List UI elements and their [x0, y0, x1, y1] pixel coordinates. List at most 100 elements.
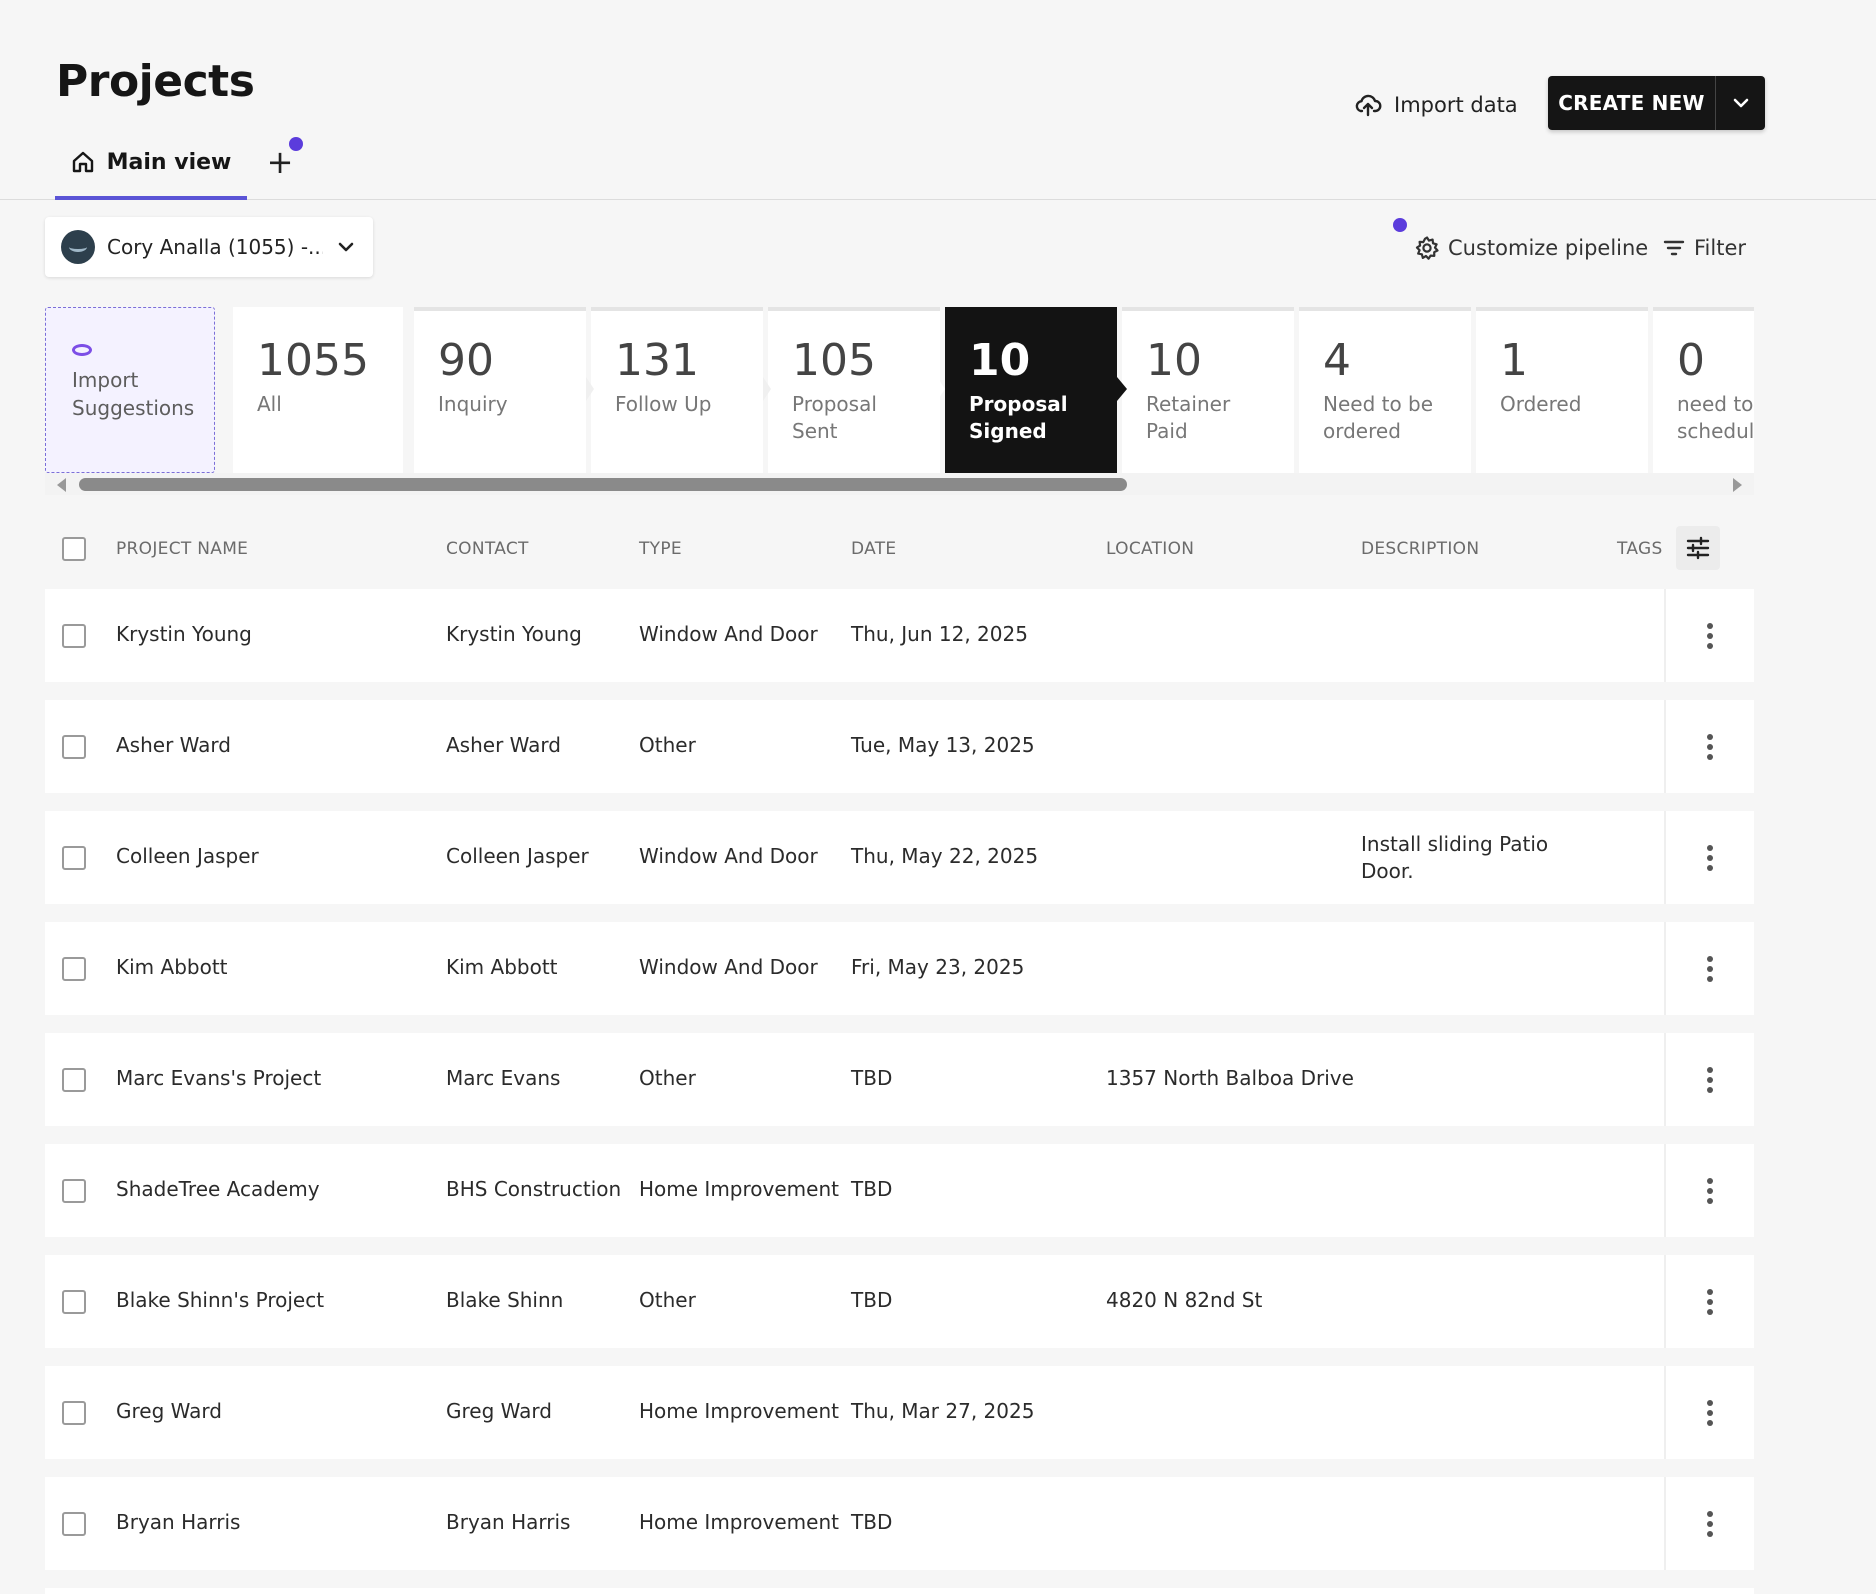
- stage-label: Retainer Paid: [1146, 392, 1231, 443]
- more-vertical-icon: [1707, 1066, 1713, 1093]
- table-row[interactable]: Krystin Young Krystin Young Window And Doo…: [45, 589, 1754, 682]
- filter-label: Filter: [1694, 236, 1747, 260]
- stage-need-to-schedule[interactable]: 0 need to schedule: [1653, 307, 1754, 473]
- row-menu-button[interactable]: [1664, 1144, 1754, 1237]
- row-checkbox[interactable]: [62, 1290, 86, 1314]
- stage-proposal-sent[interactable]: 105 Proposal Sent: [768, 307, 940, 473]
- column-settings-button[interactable]: [1676, 526, 1720, 570]
- new-view-notification-dot: [289, 137, 303, 151]
- customize-pipeline-label: Customize pipeline: [1448, 236, 1649, 260]
- view-tabs: Main view +: [0, 128, 1876, 200]
- stage-retainer-paid[interactable]: 10 Retainer Paid: [1122, 307, 1294, 473]
- row-menu-button[interactable]: [1664, 1033, 1754, 1126]
- row-checkbox[interactable]: [62, 1401, 86, 1425]
- row-menu-button[interactable]: [1664, 1366, 1754, 1459]
- table-row[interactable]: [45, 1588, 1754, 1594]
- stage-count: 10: [969, 335, 1031, 386]
- column-header[interactable]: DATE: [851, 539, 896, 559]
- cell-contact: Colleen Jasper: [446, 844, 589, 868]
- column-header[interactable]: CONTACT: [446, 539, 529, 559]
- scroll-right-icon[interactable]: [1733, 478, 1742, 492]
- stage-count: 105: [792, 335, 876, 386]
- cell-name: Asher Ward: [116, 733, 231, 757]
- table-row[interactable]: Marc Evans's Project Marc Evans Other TBD 13…: [45, 1033, 1754, 1126]
- row-menu-button[interactable]: [1664, 589, 1754, 682]
- row-menu-button[interactable]: [1664, 700, 1754, 793]
- select-all-checkbox[interactable]: [62, 537, 86, 561]
- cell-contact: Blake Shinn: [446, 1288, 564, 1312]
- stage-count: 1055: [257, 335, 369, 386]
- table-row[interactable]: Kim Abbott Kim Abbott Window And Door Fri, …: [45, 922, 1754, 1015]
- stage-need-to-be-ordered[interactable]: 4 Need to be ordered: [1299, 307, 1471, 473]
- more-vertical-icon: [1707, 1288, 1713, 1315]
- account-selector[interactable]: Cory Analla (1055) -...: [45, 217, 373, 277]
- row-checkbox[interactable]: [62, 846, 86, 870]
- stage-proposal-signed[interactable]: 10 Proposal Signed: [945, 307, 1117, 473]
- column-header[interactable]: TAGS: [1617, 539, 1663, 559]
- row-menu-button[interactable]: [1664, 1255, 1754, 1348]
- scrollbar-thumb[interactable]: [79, 478, 1127, 491]
- table-row[interactable]: Greg Ward Greg Ward Home Improvement Thu, M…: [45, 1366, 1754, 1459]
- cell-name: Bryan Harris: [116, 1510, 241, 1534]
- column-header[interactable]: DESCRIPTION: [1361, 539, 1479, 559]
- stage-label: Ordered: [1500, 392, 1582, 416]
- filter-icon: [1663, 240, 1685, 256]
- chevron-down-icon: [338, 242, 354, 252]
- cell-type: Other: [639, 1066, 696, 1090]
- row-menu-button[interactable]: [1664, 1477, 1754, 1570]
- chevron-down-icon: [1733, 98, 1748, 108]
- stage-count: 10: [1146, 335, 1202, 386]
- import-data-button[interactable]: Import data: [1354, 88, 1518, 122]
- create-new-button[interactable]: CREATE NEW: [1548, 76, 1765, 130]
- import-suggestions-card[interactable]: Import Suggestions: [45, 307, 215, 473]
- cell-name: Krystin Young: [116, 622, 252, 646]
- table-row[interactable]: Blake Shinn's Project Blake Shinn Other TBD…: [45, 1255, 1754, 1348]
- row-checkbox[interactable]: [62, 957, 86, 981]
- more-vertical-icon: [1707, 733, 1713, 760]
- row-checkbox[interactable]: [62, 1512, 86, 1536]
- stage-inquiry[interactable]: 90 Inquiry: [414, 307, 586, 473]
- customize-pipeline-button[interactable]: Customize pipeline: [1414, 232, 1648, 264]
- row-menu-button[interactable]: [1664, 811, 1754, 904]
- avatar: [61, 230, 95, 264]
- cell-date: Fri, May 23, 2025: [851, 955, 1025, 979]
- row-checkbox[interactable]: [62, 1179, 86, 1203]
- row-checkbox[interactable]: [62, 1068, 86, 1092]
- stage-arrow-icon: [937, 377, 945, 401]
- cell-contact: Marc Evans: [446, 1066, 561, 1090]
- stage-follow-up[interactable]: 131 Follow Up: [591, 307, 763, 473]
- table-header: PROJECT NAME CONTACT TYPE DATE LOCATION …: [45, 522, 1754, 576]
- table-row[interactable]: ShadeTree Academy BHS Construction Home Im…: [45, 1144, 1754, 1237]
- create-new-label: CREATE NEW: [1548, 76, 1716, 130]
- row-menu-button[interactable]: [1664, 922, 1754, 1015]
- scroll-left-icon[interactable]: [57, 478, 66, 492]
- more-vertical-icon: [1707, 1510, 1713, 1537]
- cell-name: Greg Ward: [116, 1399, 222, 1423]
- stage-arrow-icon: [1117, 377, 1127, 401]
- table-row[interactable]: Bryan Harris Bryan Harris Home Improvement…: [45, 1477, 1754, 1570]
- column-header[interactable]: TYPE: [639, 539, 682, 559]
- column-header[interactable]: PROJECT NAME: [116, 539, 248, 559]
- tab-main-view-label: Main view: [106, 149, 232, 175]
- tab-main-view[interactable]: Main view: [55, 128, 247, 200]
- cell-date: Thu, Jun 12, 2025: [851, 622, 1028, 646]
- more-vertical-icon: [1707, 622, 1713, 649]
- pipeline-scrollbar[interactable]: [45, 473, 1754, 495]
- stage-label: Proposal Sent: [792, 392, 877, 443]
- customize-notification-dot: [1393, 218, 1407, 232]
- cell-location: 4820 N 82nd St: [1106, 1288, 1263, 1312]
- stage-count: 131: [615, 335, 699, 386]
- stage-ordered[interactable]: 1 Ordered: [1476, 307, 1648, 473]
- stage-all[interactable]: 1055 All: [233, 307, 403, 473]
- table-row[interactable]: Asher Ward Asher Ward Other Tue, May 13, 20…: [45, 700, 1754, 793]
- filter-button[interactable]: Filter: [1662, 232, 1746, 264]
- column-header[interactable]: LOCATION: [1106, 539, 1194, 559]
- stage-count: 1: [1500, 335, 1528, 386]
- cell-contact: Asher Ward: [446, 733, 561, 757]
- create-new-dropdown[interactable]: [1716, 76, 1765, 130]
- stage-count: 4: [1323, 335, 1351, 386]
- row-checkbox[interactable]: [62, 735, 86, 759]
- cell-date: TBD: [851, 1066, 893, 1090]
- table-row[interactable]: Colleen Jasper Colleen Jasper Window And D…: [45, 811, 1754, 904]
- row-checkbox[interactable]: [62, 624, 86, 648]
